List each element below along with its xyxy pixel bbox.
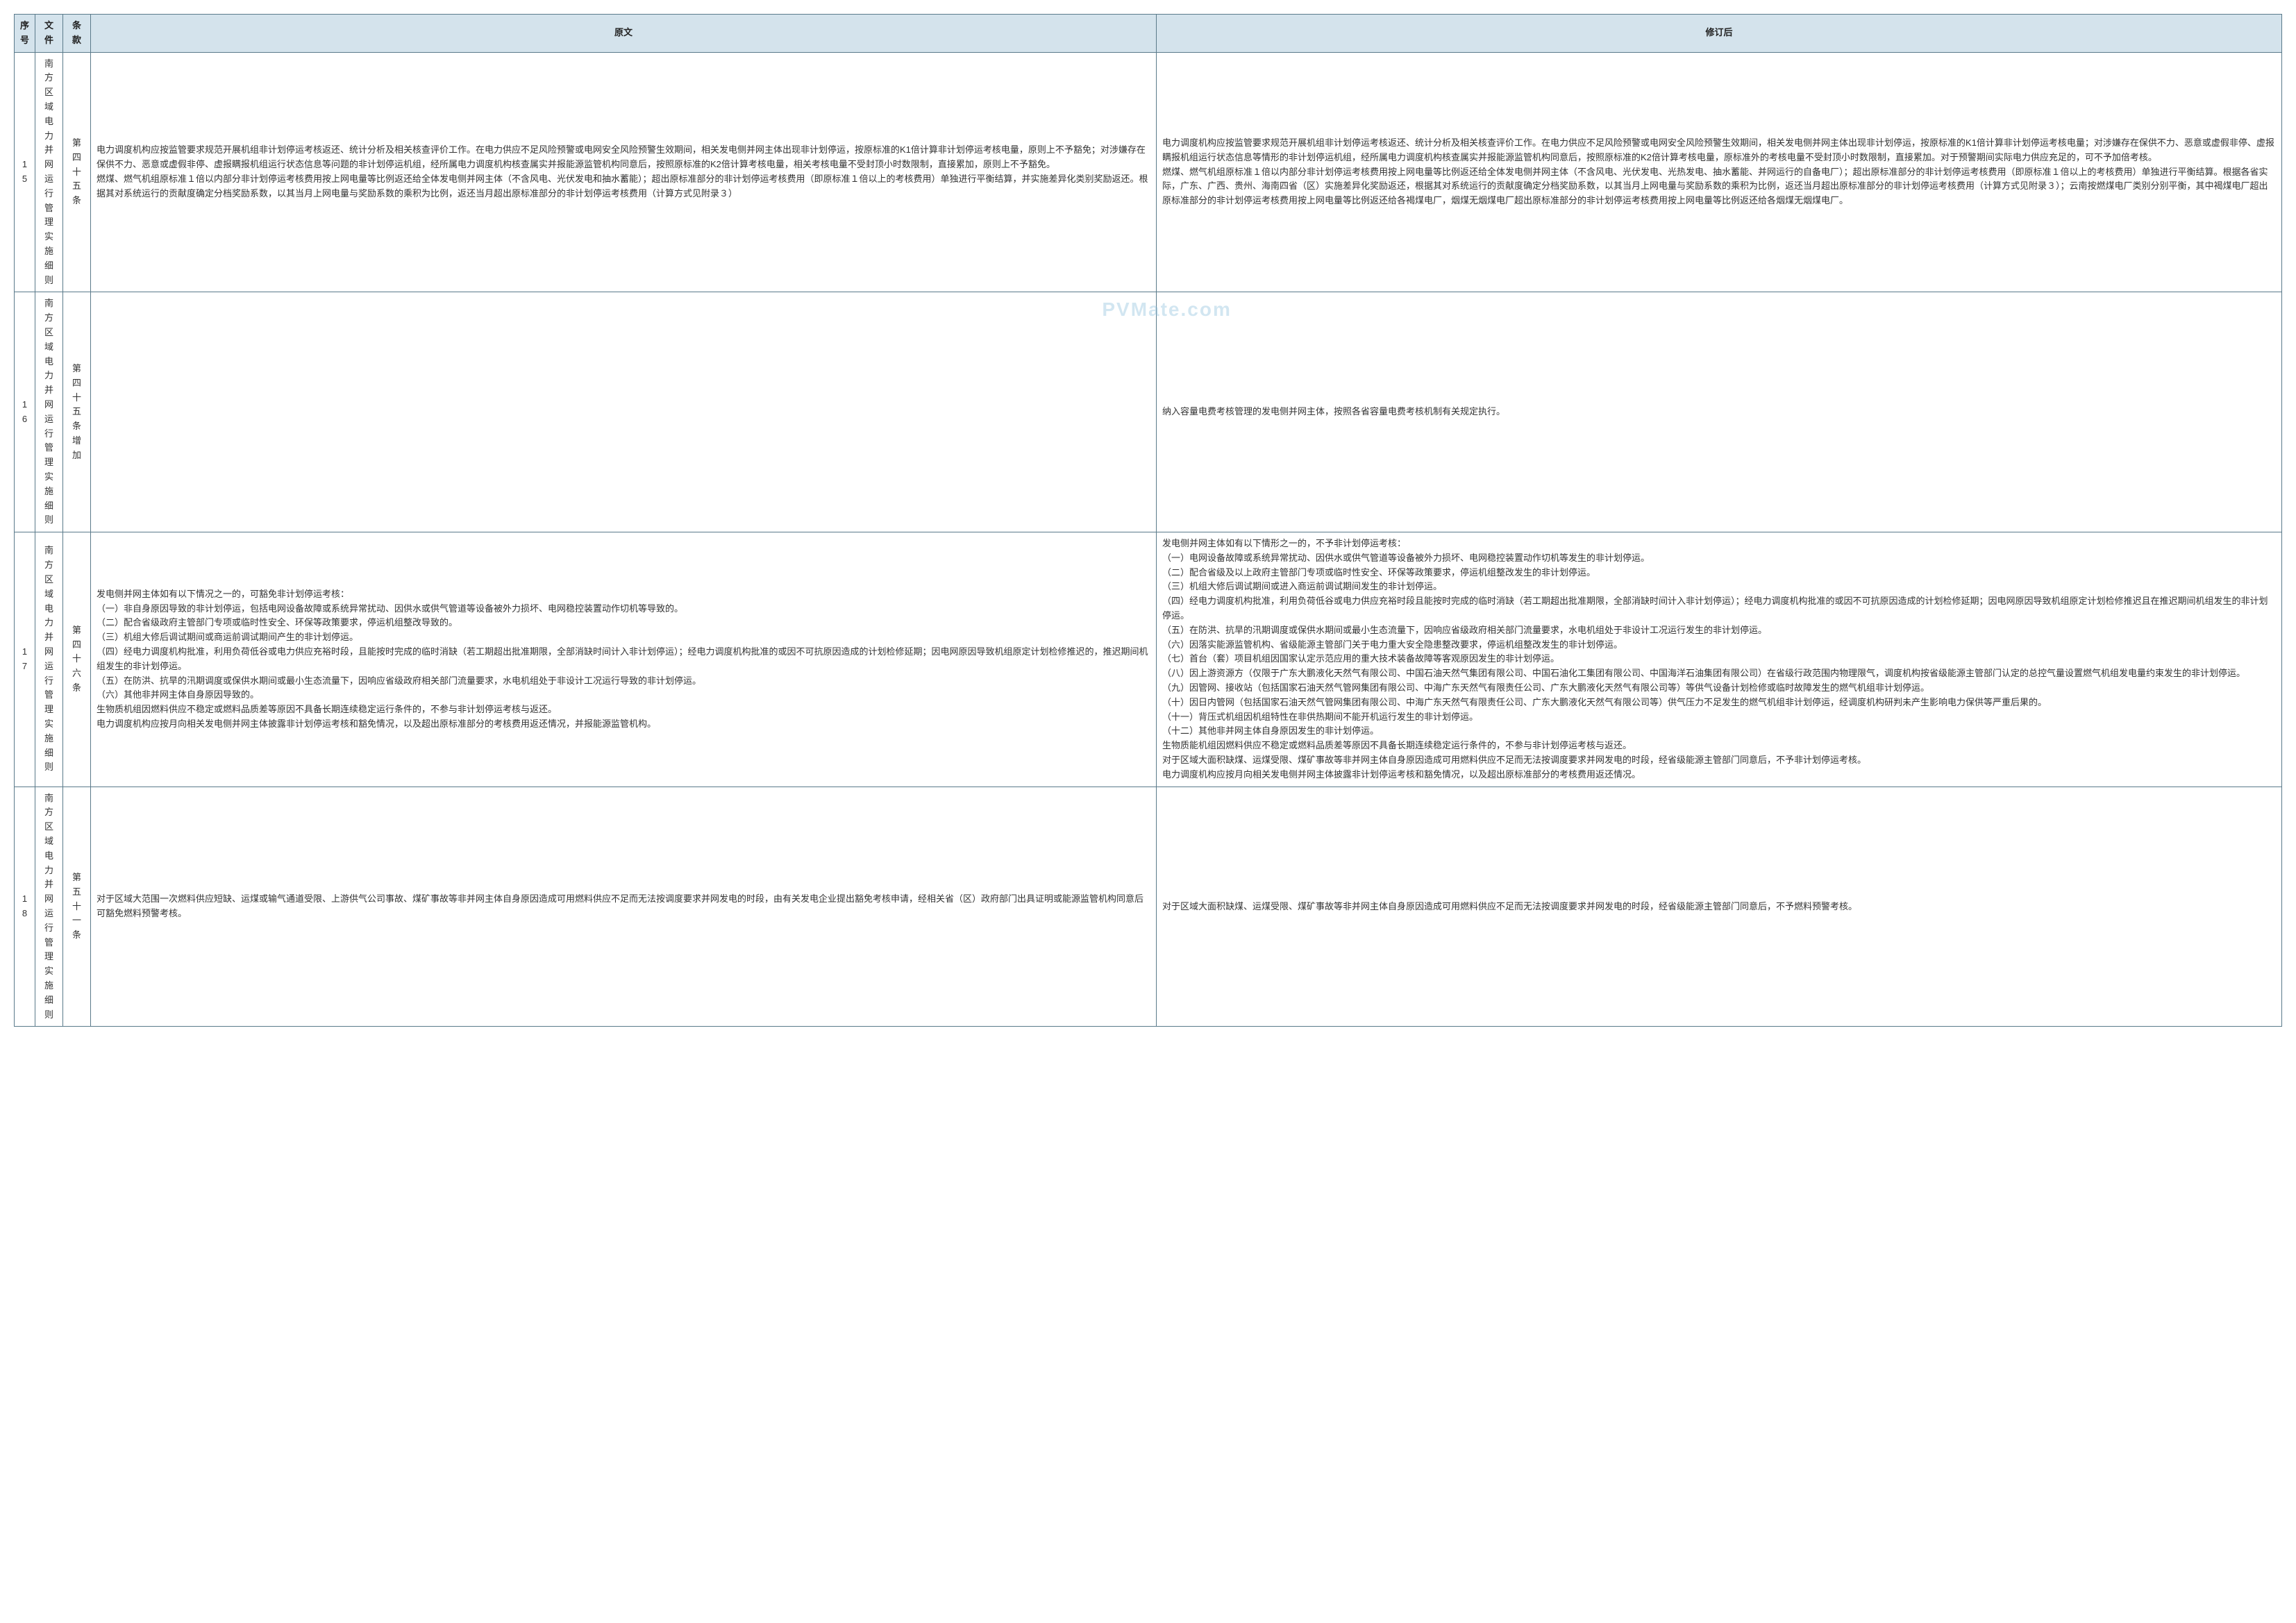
cell-revised: 电力调度机构应按监管要求规范开展机组非计划停运考核返还、统计分析及相关核查评价工… <box>1157 52 2282 292</box>
cell-file: 南方区域电力并网运行管理实施细则 <box>35 52 63 292</box>
cell-original <box>91 292 1157 532</box>
header-original: 原文 <box>91 15 1157 53</box>
cell-revised: 纳入容量电费考核管理的发电侧并网主体，按照各省容量电费考核机制有关规定执行。 <box>1157 292 2282 532</box>
cell-clause: 第四十五条 <box>63 52 91 292</box>
cell-original: 对于区域大范围一次燃料供应短缺、运煤或输气通道受限、上游供气公司事故、煤矿事故等… <box>91 787 1157 1027</box>
header-file: 文件 <box>35 15 63 53</box>
cell-clause: 第四十五条增加 <box>63 292 91 532</box>
table-row: 18南方区域电力并网运行管理实施细则第五十一条对于区域大范围一次燃料供应短缺、运… <box>15 787 2282 1027</box>
cell-file: 南方区域电力并网运行管理实施细则 <box>35 292 63 532</box>
header-seq: 序号 <box>15 15 35 53</box>
cell-file: 南方区域电力并网运行管理实施细则 <box>35 532 63 787</box>
cell-seq: 15 <box>15 52 35 292</box>
table-row: 17南方区域电力并网运行管理实施细则第四十六条发电侧并网主体如有以下情况之一的，… <box>15 532 2282 787</box>
cell-original: 电力调度机构应按监管要求规范开展机组非计划停运考核返还、统计分析及相关核查评价工… <box>91 52 1157 292</box>
cell-revised: 发电侧并网主体如有以下情形之一的，不予非计划停运考核： （一）电网设备故障或系统… <box>1157 532 2282 787</box>
cell-clause: 第四十六条 <box>63 532 91 787</box>
header-revised: 修订后 <box>1157 15 2282 53</box>
table-header-row: 序号 文件 条款 原文 修订后 <box>15 15 2282 53</box>
cell-file: 南方区域电力并网运行管理实施细则 <box>35 787 63 1027</box>
table-row: 16南方区域电力并网运行管理实施细则第四十五条增加 纳入容量电费考核管理的发电侧并… <box>15 292 2282 532</box>
revision-table: 序号 文件 条款 原文 修订后 15南方区域电力并网运行管理实施细则第四十五条电… <box>14 14 2282 1027</box>
header-clause: 条款 <box>63 15 91 53</box>
cell-revised: 对于区域大面积缺煤、运煤受限、煤矿事故等非并网主体自身原因造成可用燃料供应不足而… <box>1157 787 2282 1027</box>
cell-seq: 16 <box>15 292 35 532</box>
cell-original: 发电侧并网主体如有以下情况之一的，可豁免非计划停运考核： （一）非自身原因导致的… <box>91 532 1157 787</box>
table-row: 15南方区域电力并网运行管理实施细则第四十五条电力调度机构应按监管要求规范开展机… <box>15 52 2282 292</box>
cell-clause: 第五十一条 <box>63 787 91 1027</box>
cell-seq: 18 <box>15 787 35 1027</box>
cell-seq: 17 <box>15 532 35 787</box>
